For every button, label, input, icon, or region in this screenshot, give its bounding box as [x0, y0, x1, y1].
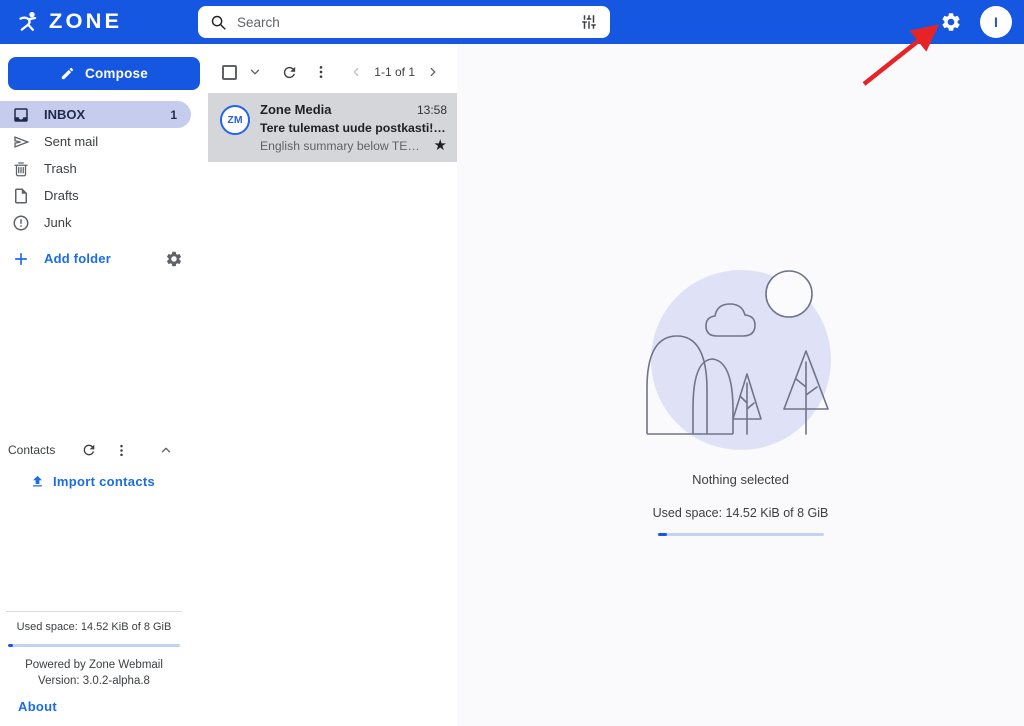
folder-label: Drafts — [44, 188, 79, 203]
main-used-space-progressbar — [657, 533, 824, 536]
trash-icon — [12, 160, 30, 178]
settings-button[interactable] — [936, 7, 966, 37]
folder-settings-gear-icon — [166, 251, 182, 266]
chevron-left-icon — [353, 67, 359, 77]
prev-page-button[interactable] — [344, 60, 368, 84]
sidebar: Compose INBOX 1 Sent mail Trash Drafts J… — [0, 44, 208, 726]
email-list-item[interactable]: ZM Zone Media 13:58 Tere tulemast uude p… — [208, 93, 457, 162]
avatar-initial: I — [994, 14, 998, 30]
sidebar-item-drafts[interactable]: Drafts — [0, 182, 208, 209]
import-contacts-button[interactable]: Import contacts — [0, 474, 208, 489]
folder-label: INBOX — [44, 107, 86, 122]
pagination-label: 1-1 of 1 — [374, 65, 415, 79]
email-subject: Tere tulemast uude postkasti! / … — [260, 121, 447, 135]
sender-avatar: ZM — [220, 105, 250, 135]
import-contacts-label: Import contacts — [53, 474, 156, 489]
junk-icon — [12, 214, 30, 232]
sidebar-item-trash[interactable]: Trash — [0, 155, 208, 182]
chevron-down-icon — [250, 69, 260, 75]
folder-label: Junk — [44, 215, 72, 230]
more-vertical-icon — [319, 66, 323, 78]
add-folder-button[interactable]: Add folder — [0, 245, 208, 272]
compose-pencil-icon — [61, 67, 74, 80]
add-icon — [12, 250, 30, 268]
drafts-icon — [12, 187, 30, 205]
used-space-progressbar — [8, 644, 180, 647]
list-more-button[interactable] — [309, 60, 333, 84]
tune-icon — [582, 15, 596, 29]
sidebar-item-inbox[interactable]: INBOX 1 — [0, 101, 191, 128]
contacts-more-button[interactable] — [109, 438, 133, 462]
inbox-icon — [12, 106, 30, 124]
search-bar — [198, 6, 610, 38]
settings-icon — [942, 13, 960, 31]
contacts-collapse-button[interactable] — [154, 438, 178, 462]
select-options-button[interactable] — [243, 60, 267, 84]
unread-badge: 1 — [170, 107, 177, 122]
send-icon — [12, 133, 30, 151]
sender-initials: ZM — [227, 114, 243, 126]
about-link[interactable]: About — [18, 699, 57, 714]
search-input[interactable] — [237, 14, 576, 30]
nothing-selected-text: Nothing selected — [692, 472, 789, 487]
main-used-space-text: Used space: 14.52 KiB of 8 GiB — [652, 506, 829, 520]
contacts-header: Contacts — [0, 436, 208, 464]
next-page-button[interactable] — [421, 60, 445, 84]
message-list-panel: 1-1 of 1 ZM Zone Media 13:58 Tere tulema… — [208, 44, 457, 726]
folder-settings-button[interactable] — [164, 249, 184, 269]
sidebar-item-junk[interactable]: Junk — [0, 209, 208, 236]
empty-state-illustration — [645, 270, 831, 450]
refresh-icon — [283, 66, 295, 78]
refresh-icon — [84, 444, 95, 456]
email-preview: English summary below TERE T… — [260, 138, 428, 153]
email-time: 13:58 — [416, 103, 447, 117]
compose-label: Compose — [85, 66, 148, 81]
topbar: ZONE I — [0, 0, 1024, 44]
powered-by-text: Powered by Zone Webmail — [25, 659, 163, 671]
zone-runner-icon — [19, 11, 37, 31]
chevron-up-icon — [161, 447, 171, 453]
upload-icon — [33, 475, 42, 487]
email-sender: Zone Media — [260, 102, 332, 117]
star-icon[interactable]: ★ — [434, 138, 447, 153]
folder-label: Trash — [44, 161, 77, 176]
message-list-toolbar: 1-1 of 1 — [208, 57, 457, 87]
folder-label: Sent mail — [44, 134, 99, 149]
sidebar-item-sent[interactable]: Sent mail — [0, 128, 208, 155]
version-text: Version: 3.0.2-alpha.8 — [38, 675, 150, 687]
select-all-checkbox[interactable] — [222, 64, 237, 80]
list-refresh-button[interactable] — [277, 60, 301, 84]
search-icon — [211, 15, 226, 30]
contacts-title: Contacts — [8, 443, 56, 457]
sidebar-footer: Used space: 14.52 KiB of 8 GiB Powered b… — [6, 611, 182, 726]
add-folder-label: Add folder — [44, 251, 111, 266]
used-space-text: Used space: 14.52 KiB of 8 GiB — [16, 621, 172, 633]
chevron-right-icon — [430, 67, 436, 77]
contacts-refresh-button[interactable] — [77, 438, 101, 462]
brand-name: ZONE — [49, 10, 123, 33]
reading-pane: Nothing selected Used space: 14.52 KiB o… — [457, 44, 1024, 726]
user-avatar[interactable]: I — [980, 6, 1012, 38]
zone-logo: ZONE — [16, 10, 198, 34]
search-filter-button[interactable] — [576, 9, 602, 35]
compose-button[interactable]: Compose — [8, 57, 200, 90]
more-vertical-icon — [120, 444, 123, 456]
